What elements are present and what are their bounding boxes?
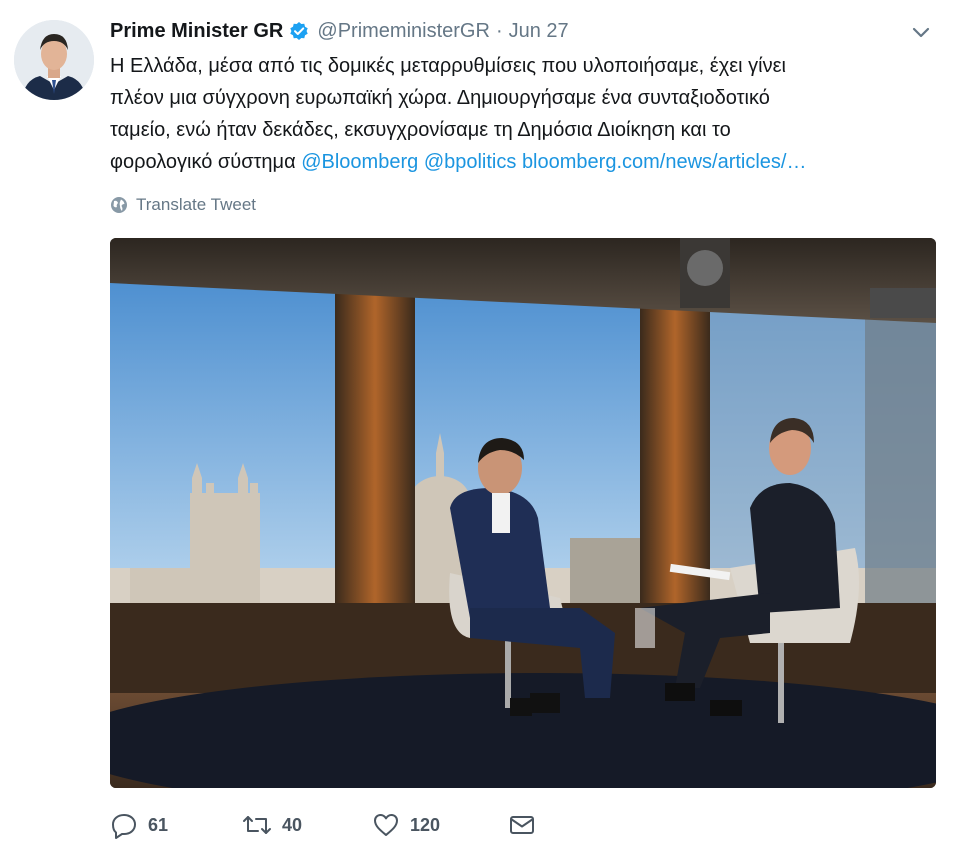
author-name[interactable]: Prime Minister GR	[110, 20, 283, 43]
tweet-actions: 61 40 120	[110, 808, 536, 842]
tweet-text-line: ταμείο, ενώ ήταν δεκάδες, εκσυγχρονίσαμε…	[110, 119, 731, 141]
tweet-text-line-last: φορολογικό σύστημα @Bloomberg @bpolitics…	[110, 146, 945, 178]
chevron-down-icon[interactable]	[908, 20, 934, 46]
retweet-icon	[243, 816, 271, 834]
reply-count: 61	[148, 814, 169, 835]
direct-message-button[interactable]	[508, 811, 536, 839]
reply-icon	[112, 814, 136, 839]
envelope-icon	[510, 816, 534, 834]
tweet-photo[interactable]	[110, 238, 936, 788]
verified-badge-icon	[289, 21, 309, 41]
mention-bloomberg[interactable]: @Bloomberg	[301, 151, 418, 173]
separator-dot: ·	[495, 19, 503, 42]
mention-bpolitics[interactable]: @bpolitics	[424, 151, 517, 173]
translate-tweet-button[interactable]: Translate Tweet	[110, 193, 256, 217]
author-handle[interactable]: @PrimeministerGR	[317, 20, 490, 43]
translate-label: Translate Tweet	[136, 195, 257, 214]
tweet-text-line: Η Ελλάδα, μέσα από τις δομικές μεταρρυθμ…	[110, 55, 786, 77]
tweet-date[interactable]: Jun 27	[509, 20, 569, 43]
retweet-count: 40	[282, 814, 303, 835]
tweet-text: Η Ελλάδα, μέσα από τις δομικές μεταρρυθμ…	[110, 50, 945, 178]
like-button[interactable]: 120	[372, 811, 508, 839]
retweet-button[interactable]: 40	[242, 811, 372, 839]
like-count: 120	[410, 814, 441, 835]
heart-icon	[374, 814, 398, 836]
tweet[interactable]: Prime Minister GR @PrimeministerGR · Jun…	[0, 0, 960, 854]
article-link[interactable]: bloomberg.com/news/articles/…	[522, 151, 807, 173]
globe-icon	[111, 197, 127, 213]
tweet-text-fragment: φορολογικό σύστημα	[110, 151, 296, 173]
reply-button[interactable]: 61	[110, 811, 242, 839]
tweet-header: Prime Minister GR @PrimeministerGR · Jun…	[110, 16, 569, 46]
avatar[interactable]	[14, 20, 94, 100]
tweet-text-line: πλέον μια σύγχρονη ευρωπαϊκή χώρα. Δημιο…	[110, 87, 770, 109]
